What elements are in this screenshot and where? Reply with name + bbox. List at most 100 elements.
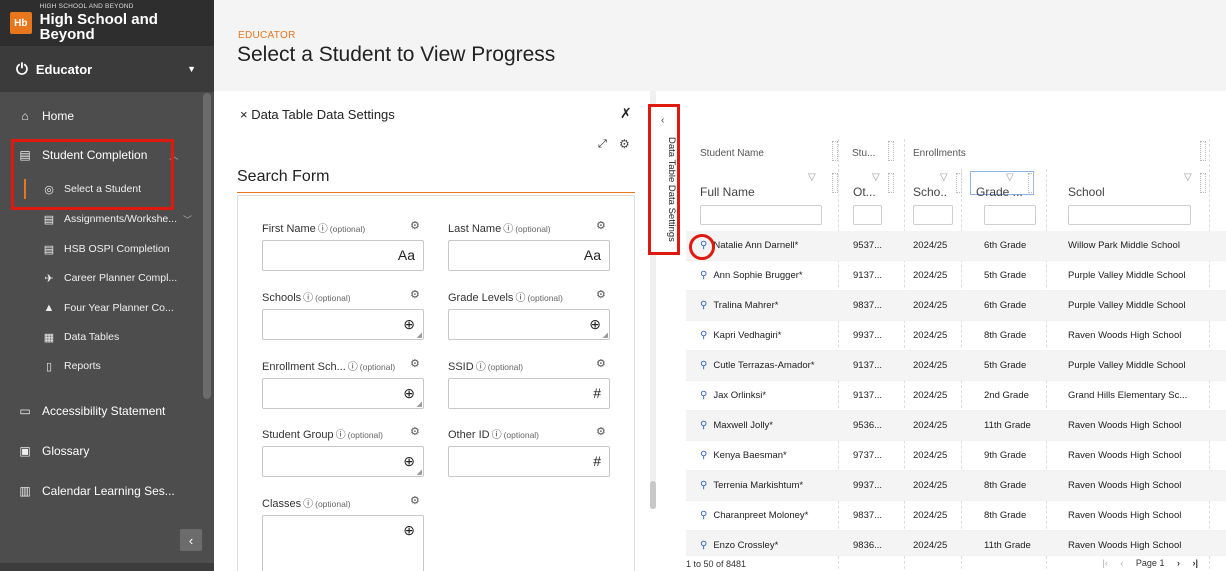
column-header-full-name[interactable]: Full Name — [700, 185, 820, 199]
search-icon[interactable]: ⚲ — [700, 360, 707, 371]
school-filter[interactable] — [1068, 205, 1191, 225]
student-link[interactable]: ⚲ Kenya Baesman* — [700, 450, 835, 461]
gear-icon[interactable]: ⚙ — [410, 494, 420, 507]
student-link[interactable]: ⚲ Tralina Mahrer* — [700, 300, 835, 311]
role-selector[interactable]: ⏻ Educator ▼ — [0, 46, 214, 92]
table-row[interactable]: ⚲ Cutle Terrazas-Amador* 9137... 2024/25 … — [686, 351, 1226, 381]
table-row[interactable]: ⚲ Charanpreet Moloney* 9837... 2024/25 8t… — [686, 501, 1226, 531]
student-link[interactable]: ⚲ Jax Orlinksi* — [700, 390, 835, 401]
student-link[interactable]: ⚲ Cutle Terrazas-Amador* — [700, 360, 835, 371]
table-row[interactable]: ⚲ Ann Sophie Brugger* 9137... 2024/25 5th… — [686, 261, 1226, 291]
filter-icon[interactable]: ▽ — [808, 172, 816, 183]
grade-levels-input[interactable]: ⊕ ◢ — [448, 309, 610, 340]
resize-handle-icon[interactable]: ◢ — [417, 468, 422, 476]
student-link[interactable]: ⚲ Kapri Vedhagiri* — [700, 330, 835, 341]
search-icon[interactable]: ⚲ — [700, 480, 707, 491]
column-menu-handle[interactable] — [1200, 141, 1206, 161]
filter-icon[interactable]: ▽ — [872, 172, 880, 183]
table-row[interactable]: ⚲ Jax Orlinksi* 9137... 2024/25 2nd Grade… — [686, 381, 1226, 411]
settings-title[interactable]: × Data Table Data Settings — [240, 107, 395, 122]
info-icon[interactable]: ⓘ — [336, 430, 346, 441]
column-menu-handle[interactable] — [1028, 173, 1034, 193]
search-icon[interactable]: ⚲ — [700, 390, 707, 401]
nav-ospi[interactable]: ▤ HSB OSPI Completion — [0, 234, 200, 264]
last-name-input[interactable]: Aa — [448, 240, 610, 271]
nav-home[interactable]: ⌂ Home — [0, 101, 200, 131]
nav-four-year[interactable]: ▲ Four Year Planner Co... — [0, 293, 200, 323]
info-icon[interactable]: ⓘ — [503, 224, 513, 235]
grade-filter[interactable] — [984, 205, 1036, 225]
first-page-icon[interactable]: |‹ — [1103, 558, 1108, 568]
search-icon[interactable]: ⚲ — [700, 420, 707, 431]
brand-header[interactable]: Hb HIGH SCHOOL AND BEYOND High School an… — [0, 0, 214, 46]
gear-icon[interactable]: ⚙ — [619, 137, 630, 151]
column-header-grade[interactable]: Grade ... — [976, 185, 1022, 199]
enrollment-input[interactable]: ⊕ ◢ — [262, 378, 424, 409]
resize-handle-icon[interactable]: ◢ — [417, 331, 422, 339]
student-link[interactable]: ⚲ Maxwell Jolly* — [700, 420, 835, 431]
student-link[interactable]: ⚲ Enzo Crossley* — [700, 540, 835, 551]
search-icon[interactable]: ⚲ — [700, 510, 707, 521]
table-row[interactable]: ⚲ Tralina Mahrer* 9837... 2024/25 6th Gra… — [686, 291, 1226, 321]
other-id-input[interactable]: # — [448, 446, 610, 477]
gear-icon[interactable]: ⚙ — [596, 288, 606, 301]
info-icon[interactable]: ⓘ — [303, 499, 313, 510]
previous-page-icon[interactable]: ‹ — [1120, 558, 1123, 568]
filter-icon[interactable]: ▽ — [940, 172, 948, 183]
gear-icon[interactable]: ⚙ — [596, 357, 606, 370]
first-name-input[interactable]: Aa — [262, 240, 424, 271]
gear-icon[interactable]: ⚙ — [410, 357, 420, 370]
student-link[interactable]: ⚲ Terrenia Markishtum* — [700, 480, 835, 491]
gear-icon[interactable]: ⚙ — [410, 425, 420, 438]
column-header-scho[interactable]: Scho... — [913, 185, 947, 199]
column-header-school[interactable]: School — [1068, 185, 1148, 199]
search-icon[interactable]: ⚲ — [700, 300, 707, 311]
info-icon[interactable]: ⓘ — [348, 362, 358, 373]
gear-icon[interactable]: ⚙ — [596, 219, 606, 232]
table-row[interactable]: ⚲ Terrenia Markishtum* 9937... 2024/25 8t… — [686, 471, 1226, 501]
sidebar-scrollbar[interactable] — [203, 93, 211, 399]
search-icon[interactable]: ⚲ — [700, 330, 707, 341]
schools-input[interactable]: ⊕ ◢ — [262, 309, 424, 340]
table-row[interactable]: ⚲ Kapri Vedhagiri* 9937... 2024/25 8th Gr… — [686, 321, 1226, 351]
nav-reports[interactable]: ▯ Reports — [0, 351, 200, 381]
gear-icon[interactable]: ⚙ — [596, 425, 606, 438]
table-row[interactable]: ⚲ Natalie Ann Darnell* 9537... 2024/25 6t… — [686, 231, 1226, 261]
column-header-ot[interactable]: Ot... — [853, 185, 879, 199]
filter-icon[interactable]: ▽ — [1184, 172, 1192, 183]
classes-input[interactable]: ⊕ — [262, 515, 424, 571]
collapse-sidebar-button[interactable]: ‹ — [180, 529, 202, 551]
full-name-filter[interactable] — [700, 205, 822, 225]
filter-icon[interactable]: ▽ — [1006, 172, 1014, 183]
data-table-settings-tab[interactable]: ‹ Data Table Data Settings — [648, 104, 680, 255]
search-icon[interactable]: ⚲ — [700, 540, 707, 551]
ot-filter[interactable] — [853, 205, 882, 225]
gear-icon[interactable]: ⚙ — [410, 288, 420, 301]
column-menu-handle[interactable] — [1200, 173, 1206, 193]
student-link[interactable]: ⚲ Ann Sophie Brugger* — [700, 270, 835, 281]
nav-data-tables[interactable]: ▦ Data Tables — [0, 322, 200, 352]
last-page-icon[interactable]: ›| — [1192, 558, 1198, 568]
ssid-input[interactable]: # — [448, 378, 610, 409]
gear-icon[interactable]: ⚙ — [410, 219, 420, 232]
expand-icon[interactable]: ⤢ — [598, 138, 607, 151]
search-icon[interactable]: ⚲ — [700, 270, 707, 281]
table-row[interactable]: ⚲ Enzo Crossley* 9836... 2024/25 11th Gra… — [686, 531, 1226, 556]
column-menu-handle[interactable] — [888, 141, 894, 161]
info-icon[interactable]: ⓘ — [515, 293, 525, 304]
nav-glossary[interactable]: ▣ Glossary — [0, 436, 200, 466]
panel-scrollbar-thumb[interactable] — [650, 481, 656, 509]
table-row[interactable]: ⚲ Maxwell Jolly* 9536... 2024/25 11th Gra… — [686, 411, 1226, 441]
student-link[interactable]: ⚲ Charanpreet Moloney* — [700, 510, 835, 521]
unpin-icon[interactable]: ✗ — [620, 105, 632, 122]
info-icon[interactable]: ⓘ — [476, 362, 486, 373]
student-group-input[interactable]: ⊕ ◢ — [262, 446, 424, 477]
next-page-icon[interactable]: › — [1177, 558, 1180, 568]
nav-accessibility[interactable]: ▭ Accessibility Statement — [0, 396, 200, 426]
nav-calendar[interactable]: ▥ Calendar Learning Ses... — [0, 476, 200, 506]
column-menu-handle[interactable] — [888, 173, 894, 193]
scho-filter[interactable] — [913, 205, 953, 225]
info-icon[interactable]: ⓘ — [303, 293, 313, 304]
resize-handle-icon[interactable]: ◢ — [417, 400, 422, 408]
info-icon[interactable]: ⓘ — [318, 224, 328, 235]
